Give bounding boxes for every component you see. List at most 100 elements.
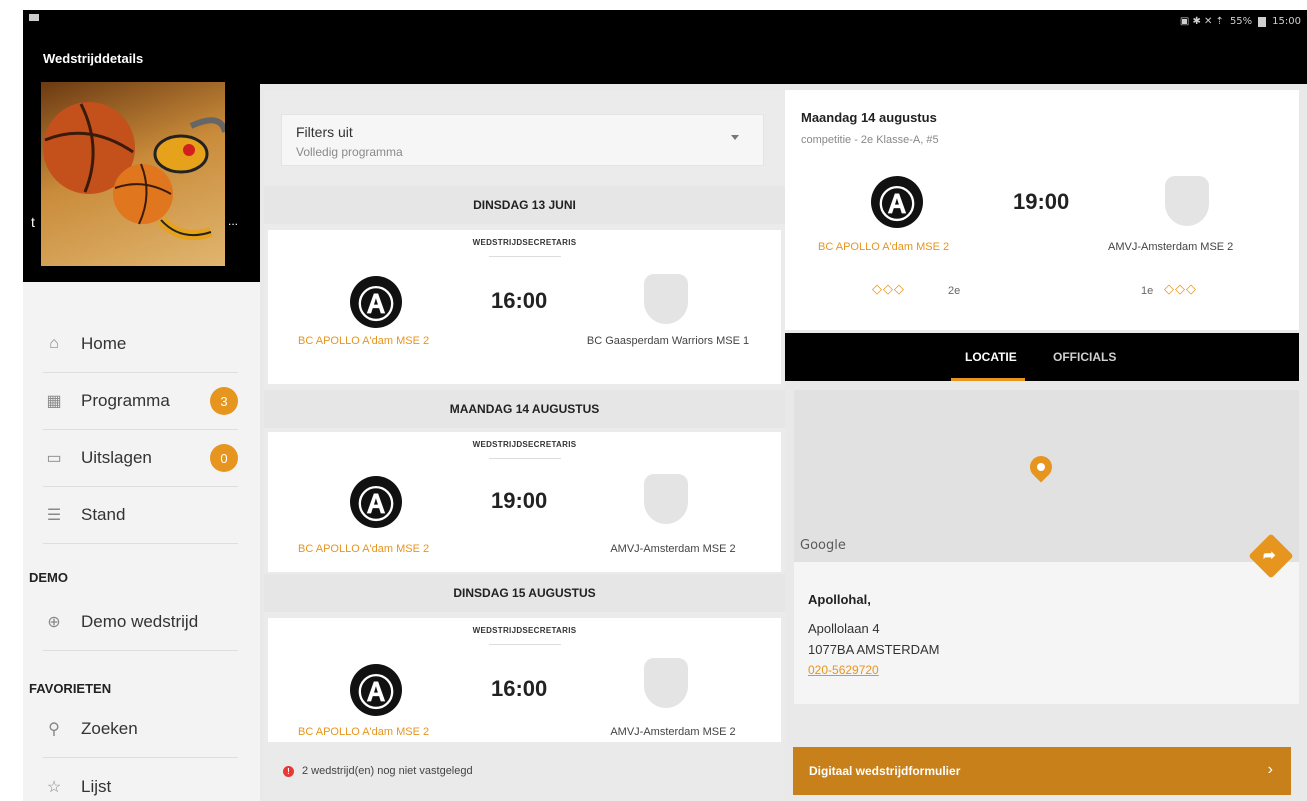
truncated-text-end: ... — [228, 214, 239, 228]
battery-icon — [1258, 16, 1267, 27]
list-icon: ☰ — [46, 507, 62, 524]
signal-icon: ▣ ✱ ✕ ⇡ — [1179, 16, 1224, 27]
sidebar-item-demo-wedstrijd[interactable]: ⊕ Demo wedstrijd — [43, 594, 238, 651]
home-team-logo: Ⓐ — [350, 476, 402, 528]
sidebar-item-label: Lijst — [81, 776, 112, 796]
warning-text: 2 wedstrijd(en) nog niet vastgelegd — [302, 765, 473, 777]
match-card[interactable]: WEDSTRIJDSECRETARIS Ⓐ 19:00 BC APOLLO A'… — [268, 432, 781, 572]
home-form-diamonds-icon: ◇◇◇ — [872, 282, 905, 297]
sidebar-item-label: Home — [81, 334, 127, 353]
star-icon: ☆ — [46, 778, 62, 796]
venue-address: Apollohal, Apollolaan 4 1077BA AMSTERDAM… — [794, 562, 1299, 704]
away-team-logo-placeholder — [644, 474, 688, 524]
sidebar: t ... ⌂ Home ▦ Programma 3 ▭ Uitslagen 0… — [23, 82, 260, 801]
club-logo — [41, 82, 225, 266]
sidebar-item-lijst[interactable]: ☆ Lijst — [43, 758, 238, 801]
home-team-logo: Ⓐ — [350, 276, 402, 328]
home-icon: ⌂ — [49, 335, 59, 352]
active-tab-indicator — [951, 378, 1025, 381]
detail-tabs: LOCATIE OFFICIALS — [785, 333, 1299, 381]
date-header: DINSDAG 15 AUGUSTUS — [264, 574, 785, 612]
sidebar-item-label: Stand — [81, 505, 126, 524]
divider — [489, 458, 561, 459]
divider — [489, 644, 561, 645]
home-team-name: BC APOLLO A'dam MSE 2 — [298, 335, 430, 347]
match-card[interactable]: WEDSTRIJDSECRETARIS Ⓐ 16:00 BC APOLLO A'… — [268, 230, 781, 384]
sidebar-item-label: Uitslagen — [81, 448, 152, 467]
match-time: 16:00 — [491, 676, 548, 701]
match-card[interactable]: WEDSTRIJDSECRETARIS Ⓐ 16:00 BC APOLLO A'… — [268, 618, 781, 742]
search-icon: ⚲ — [48, 721, 60, 738]
status-icons: ▣ ✱ ✕ ⇡ 55% 15:00 — [1180, 16, 1301, 27]
digital-match-form-button[interactable]: Digitaal wedstrijdformulier › — [793, 747, 1291, 795]
sidebar-item-uitslagen[interactable]: ▭ Uitslagen 0 — [43, 430, 238, 487]
venue-name: Apollohal, — [808, 592, 871, 607]
tab-officials[interactable]: OFFICIALS — [1053, 350, 1116, 364]
home-team-name: BC APOLLO A'dam MSE 2 — [298, 726, 430, 738]
match-time: 16:00 — [491, 288, 548, 313]
unconfirmed-warning[interactable]: ! 2 wedstrijd(en) nog niet vastgelegd — [264, 742, 785, 801]
away-team-name: AMVJ-Amsterdam MSE 2 — [610, 726, 736, 738]
venue-city: 1077BA AMSTERDAM — [808, 642, 940, 657]
away-team-logo-placeholder — [644, 658, 688, 708]
sidebar-item-label: Programma — [81, 391, 170, 410]
match-time: 19:00 — [1013, 189, 1070, 214]
app-bar: Wedstrijddetails — [23, 34, 1307, 84]
away-rank: 1e — [1141, 285, 1154, 297]
sidebar-item-label: Demo wedstrijd — [81, 612, 199, 631]
away-team-name: BC Gaasperdam Warriors MSE 1 — [586, 335, 750, 347]
sidebar-item-home[interactable]: ⌂ Home — [43, 316, 238, 373]
home-team-logo: Ⓐ — [350, 664, 402, 716]
filter-dropdown[interactable]: Filters uit Volledig programma — [281, 114, 764, 166]
sidebar-item-zoeken[interactable]: ⚲ Zoeken — [43, 701, 238, 758]
sidebar-item-label: Zoeken — [81, 719, 138, 738]
location-map[interactable]: Google — [794, 390, 1299, 562]
away-team-name: AMVJ-Amsterdam MSE 2 — [1108, 241, 1234, 253]
section-label-demo: DEMO — [29, 570, 68, 585]
page-title: Wedstrijddetails — [43, 51, 144, 66]
match-date: Maandag 14 augustus — [801, 110, 937, 125]
scoreboard-icon: ▭ — [46, 450, 62, 467]
chevron-down-icon — [731, 135, 739, 140]
home-rank: 2e — [948, 285, 961, 297]
competition-label: competitie - 2e Klasse-A, #5 — [801, 134, 939, 146]
away-team-name: AMVJ-Amsterdam MSE 2 — [610, 543, 736, 555]
uitslagen-count-badge: 0 — [210, 444, 238, 472]
warning-icon: ! — [283, 766, 294, 777]
date-header: DINSDAG 13 JUNI — [264, 186, 785, 224]
role-label: WEDSTRIJDSECRETARIS — [472, 626, 577, 635]
venue-street: Apollolaan 4 — [808, 621, 880, 636]
tab-locatie[interactable]: LOCATIE — [965, 350, 1017, 364]
section-label-favorieten: FAVORIETEN — [29, 681, 112, 696]
divider — [489, 256, 561, 257]
match-time: 19:00 — [491, 488, 548, 513]
filter-title: Filters uit — [296, 124, 353, 140]
home-team-name: BC APOLLO A'dam MSE 2 — [298, 543, 430, 555]
date-header: MAANDAG 14 AUGUSTUS — [264, 390, 785, 428]
home-team-logo: Ⓐ — [871, 176, 923, 228]
status-bar: ▣ ✱ ✕ ⇡ 55% 15:00 — [23, 10, 1307, 34]
role-label: WEDSTRIJDSECRETARIS — [472, 238, 577, 247]
app-screen: ▣ ✱ ✕ ⇡ 55% 15:00 Wedstrijddetails t ...… — [23, 10, 1307, 801]
away-team-logo-placeholder — [644, 274, 688, 324]
play-circle-icon: ⊕ — [47, 614, 61, 631]
form-button-label: Digitaal wedstrijdformulier — [809, 764, 961, 778]
home-team-name: BC APOLLO A'dam MSE 2 — [818, 241, 950, 253]
sidebar-header: t ... — [23, 82, 260, 282]
cast-icon — [29, 14, 39, 21]
map-attribution: Google — [800, 538, 846, 553]
directions-arrow-icon: ➦ — [1263, 547, 1276, 564]
map-pin-icon — [1025, 451, 1057, 483]
match-detail-panel: Maandag 14 augustus competitie - 2e Klas… — [785, 90, 1307, 801]
sidebar-item-programma[interactable]: ▦ Programma 3 — [43, 373, 238, 430]
battery-percent: 55% — [1229, 16, 1253, 27]
away-form-diamonds-icon: ◇◇◇ — [1164, 282, 1197, 297]
sidebar-item-stand[interactable]: ☰ Stand — [43, 487, 238, 544]
clock: 15:00 — [1272, 16, 1301, 27]
away-team-logo-placeholder — [1165, 176, 1209, 226]
filter-subtitle: Volledig programma — [296, 145, 403, 159]
schedule-list: Filters uit Volledig programma DINSDAG 1… — [264, 90, 785, 801]
calendar-icon: ▦ — [46, 393, 62, 410]
chevron-right-icon: › — [1267, 761, 1273, 778]
venue-phone-link[interactable]: 020-5629720 — [808, 663, 879, 677]
